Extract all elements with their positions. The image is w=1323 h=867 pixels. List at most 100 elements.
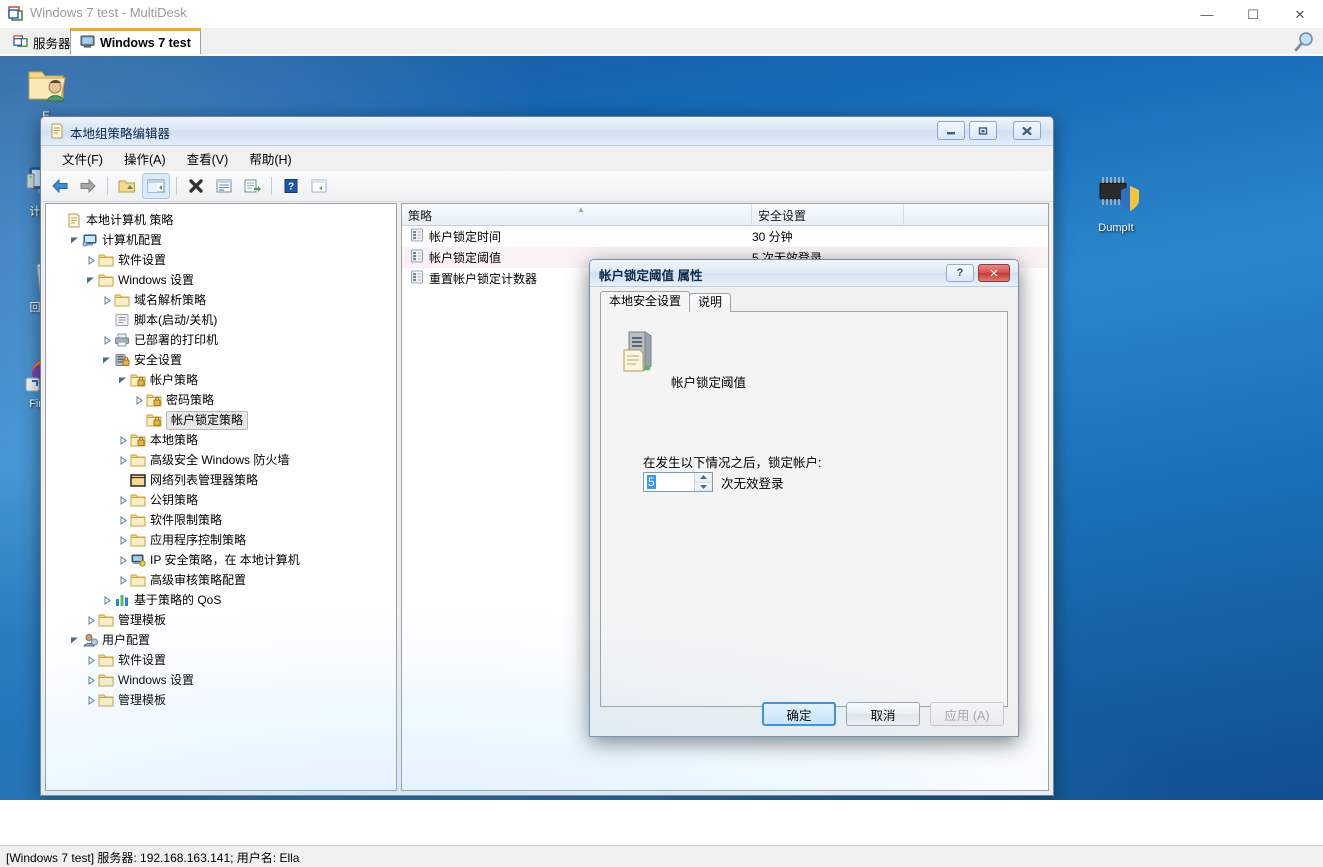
export-list-button[interactable]	[239, 174, 265, 198]
back-button[interactable]	[47, 174, 73, 198]
tab-explain[interactable]: 说明	[689, 293, 732, 312]
lock-folder-icon	[129, 372, 147, 388]
export-list-icon	[244, 179, 261, 193]
remote-desktop-surface[interactable]: E 计算机 回收站	[0, 56, 1323, 800]
tree-expander-icon[interactable]	[84, 610, 97, 630]
help-button[interactable]: ?	[278, 174, 304, 198]
tree-item-20[interactable]: 管理模板	[46, 610, 396, 630]
desktop-icon-dumpit[interactable]: DumpIt	[1078, 176, 1154, 235]
up-folder-button[interactable]	[114, 174, 140, 198]
gpedit-minimize-button[interactable]	[937, 121, 965, 140]
show-hide-tree-button[interactable]	[142, 173, 170, 199]
tree-item-13[interactable]: 网络列表管理器策略	[46, 470, 396, 490]
tree-item-0[interactable]: 本地计算机 策略	[46, 210, 396, 230]
desktop-icon-user-folder[interactable]: E	[8, 64, 84, 123]
tree-item-24[interactable]: 管理模板	[46, 690, 396, 710]
tree-expander-icon[interactable]	[84, 670, 97, 690]
menu-help[interactable]: 帮助(H)	[240, 146, 300, 171]
tree-expander-icon[interactable]	[52, 210, 65, 230]
tree-item-2[interactable]: 软件设置	[46, 250, 396, 270]
tree-expander-icon[interactable]	[132, 410, 145, 430]
multidesk-close-button[interactable]: ✕	[1277, 0, 1323, 28]
tree-item-17[interactable]: IP 安全策略，在 本地计算机	[46, 550, 396, 570]
threshold-spinner[interactable]: 5	[643, 472, 713, 492]
menu-file[interactable]: 文件(F)	[53, 146, 112, 171]
tab-windows7test[interactable]: Windows 7 test	[70, 28, 201, 55]
folder-icon	[129, 512, 147, 528]
menu-action[interactable]: 操作(A)	[115, 146, 175, 171]
sort-ascending-icon: ▲	[577, 205, 585, 214]
spinner-up-button[interactable]	[695, 473, 712, 483]
tab-servers[interactable]: 服务器	[4, 30, 80, 55]
tree-expander-icon[interactable]	[100, 310, 113, 330]
tree-expander-icon[interactable]	[100, 590, 113, 610]
tree-item-15[interactable]: 软件限制策略	[46, 510, 396, 530]
tree-expander-icon[interactable]	[84, 270, 97, 290]
tree-item-3[interactable]: Windows 设置	[46, 270, 396, 290]
tree-expander-icon[interactable]	[116, 450, 129, 470]
tree-expander-icon[interactable]	[116, 570, 129, 590]
tree-expander-icon[interactable]	[116, 510, 129, 530]
tree-expander-icon[interactable]	[132, 390, 145, 410]
folder-icon	[129, 532, 147, 548]
tree-item-18[interactable]: 高级审核策略配置	[46, 570, 396, 590]
tree-expander-icon[interactable]	[100, 350, 113, 370]
column-header-setting[interactable]: 安全设置	[752, 204, 904, 225]
tree-expander-icon[interactable]	[68, 230, 81, 250]
tree-item-21[interactable]: 用户配置	[46, 630, 396, 650]
tree-item-14[interactable]: 公钥策略	[46, 490, 396, 510]
toolbar-divider	[176, 177, 177, 195]
tree-expander-icon[interactable]	[116, 530, 129, 550]
multidesk-maximize-button[interactable]: ☐	[1230, 0, 1276, 28]
threshold-input[interactable]: 5	[644, 473, 694, 491]
menu-view[interactable]: 查看(V)	[178, 146, 238, 171]
multidesk-minimize-button[interactable]: —	[1184, 0, 1230, 28]
account-lockout-threshold-dialog: 帐户锁定阈值 属性 ? ✕ 本地安全设置 说明 帐户锁定阈值 在发生以下情况之后…	[589, 259, 1019, 737]
tree-item-19[interactable]: 基于策略的 QoS	[46, 590, 396, 610]
tree-expander-icon[interactable]	[84, 690, 97, 710]
tree-expander-icon[interactable]	[100, 290, 113, 310]
show-pane-button[interactable]	[306, 174, 332, 198]
tree-item-22[interactable]: 软件设置	[46, 650, 396, 670]
dialog-help-button[interactable]: ?	[946, 264, 974, 282]
tree-expander-icon[interactable]	[84, 250, 97, 270]
tree-expander-icon[interactable]	[84, 650, 97, 670]
tree-item-5[interactable]: 脚本(启动/关机)	[46, 310, 396, 330]
tree-item-12[interactable]: 高级安全 Windows 防火墙	[46, 450, 396, 470]
tree-expander-icon[interactable]	[100, 330, 113, 350]
tree-expander-icon[interactable]	[116, 430, 129, 450]
dialog-close-button[interactable]: ✕	[978, 264, 1010, 282]
tree-expander-icon[interactable]	[116, 470, 129, 490]
table-row[interactable]: 帐户锁定时间 30 分钟	[402, 226, 1048, 247]
close-icon: ✕	[989, 267, 999, 280]
gpedit-close-button[interactable]	[1013, 121, 1041, 140]
policy-tree-pane[interactable]: 本地计算机 策略 计算机配置 软件设置 Windows 设置 域名解析策略 脚本(启动/关…	[45, 203, 397, 791]
ok-button[interactable]: 确定	[762, 702, 836, 726]
delete-button[interactable]	[183, 174, 209, 198]
tree-expander-icon[interactable]	[116, 550, 129, 570]
tree-item-9[interactable]: 密码策略	[46, 390, 396, 410]
tree-item-4[interactable]: 域名解析策略	[46, 290, 396, 310]
tree-item-7[interactable]: 安全设置	[46, 350, 396, 370]
column-header-extra[interactable]	[904, 204, 1048, 225]
column-header-policy[interactable]: 策略 ▲	[402, 204, 752, 225]
search-icon[interactable]	[1293, 31, 1315, 53]
tree-item-label: 本地计算机 策略	[86, 213, 174, 227]
gpedit-restore-button[interactable]	[969, 121, 997, 140]
tree-expander-icon[interactable]	[116, 370, 129, 390]
tree-expander-icon[interactable]	[68, 630, 81, 650]
tree-item-label: IP 安全策略，在 本地计算机	[150, 553, 300, 567]
tree-item-1[interactable]: 计算机配置	[46, 230, 396, 250]
tab-local-security-setting[interactable]: 本地安全设置	[600, 291, 691, 312]
tree-expander-icon[interactable]	[116, 490, 129, 510]
tree-item-23[interactable]: Windows 设置	[46, 670, 396, 690]
forward-button[interactable]	[75, 174, 101, 198]
spinner-down-button[interactable]	[695, 482, 712, 491]
cancel-button[interactable]: 取消	[846, 702, 920, 726]
tree-item-16[interactable]: 应用程序控制策略	[46, 530, 396, 550]
tree-item-6[interactable]: 已部署的打印机	[46, 330, 396, 350]
properties-button[interactable]	[211, 174, 237, 198]
tree-item-10[interactable]: 帐户锁定策略	[46, 410, 396, 430]
tree-item-11[interactable]: 本地策略	[46, 430, 396, 450]
tree-item-8[interactable]: 帐户策略	[46, 370, 396, 390]
